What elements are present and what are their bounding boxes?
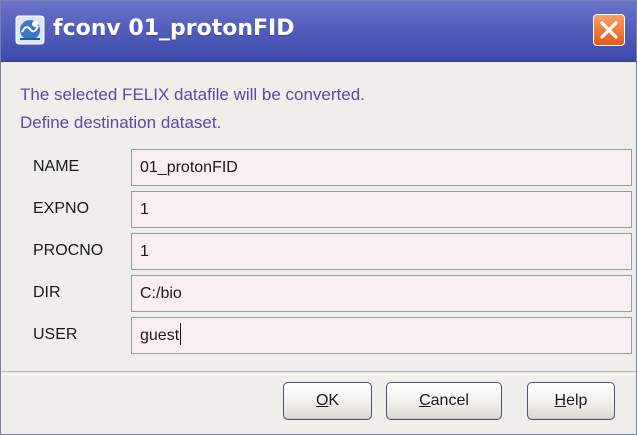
user-value: guest [140,327,180,344]
dir-label: DIR [33,284,61,301]
user-field[interactable]: guest [131,317,632,354]
close-button[interactable] [593,14,625,46]
row-user: USER guest [21,314,632,356]
info-line-2: Define destination dataset. [20,113,222,132]
cancel-mnemonic: C [419,392,431,409]
fconv-dialog: fconv 01_protonFID The selected FELIX da… [0,0,637,435]
cancel-label-rest: ancel [430,392,469,409]
info-message: The selected FELIX datafile will be conv… [20,81,365,137]
user-label: USER [33,326,78,343]
app-icon [15,15,45,45]
row-expno: EXPNO 1 [21,188,632,230]
help-label-rest: elp [566,392,588,409]
user-value-wrap: guest [140,318,182,353]
expno-label: EXPNO [33,200,90,217]
procno-field[interactable]: 1 [131,233,632,270]
text-caret [180,323,182,346]
ok-label-rest: K [328,392,340,409]
help-button[interactable]: Help [527,382,615,420]
expno-value: 1 [140,201,149,218]
destination-form: NAME 01_protonFID EXPNO 1 PROCNO 1 DIR C… [21,146,632,373]
procno-label: PROCNO [33,242,104,259]
button-separator [1,371,636,375]
dir-field[interactable]: C:/bio [131,275,632,312]
help-mnemonic: H [554,392,567,409]
dir-value: C:/bio [140,285,182,302]
row-procno: PROCNO 1 [21,230,632,272]
info-line-1: The selected FELIX datafile will be conv… [20,85,365,104]
window-title: fconv 01_protonFID [53,16,295,41]
row-dir: DIR C:/bio [21,272,632,314]
procno-value: 1 [140,243,149,260]
name-value: 01_protonFID [140,159,238,176]
ok-button[interactable]: OK [283,382,372,420]
name-field[interactable]: 01_protonFID [131,149,632,186]
title-bar[interactable]: fconv 01_protonFID [1,1,636,62]
cancel-button[interactable]: Cancel [386,382,502,420]
name-label: NAME [33,158,80,175]
expno-field[interactable]: 1 [131,191,632,228]
row-name: NAME 01_protonFID [21,146,632,188]
ok-mnemonic: O [315,392,329,409]
